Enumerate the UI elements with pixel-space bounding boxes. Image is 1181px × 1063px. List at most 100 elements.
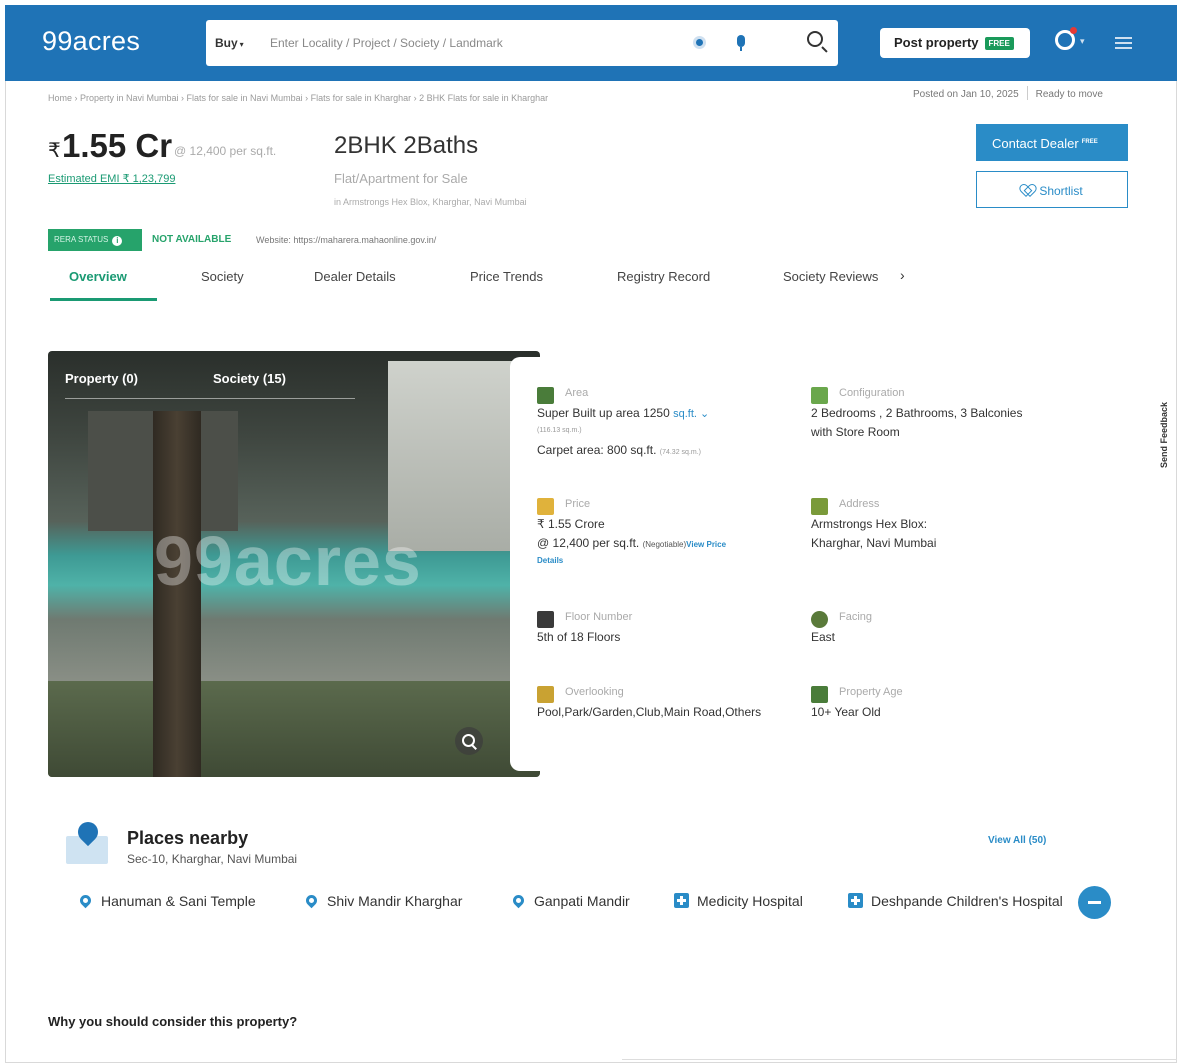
tab-overview[interactable]: Overview <box>69 269 127 284</box>
search-type-dropdown[interactable]: Buy ▾ <box>215 36 244 50</box>
chevron-right-icon[interactable]: › <box>900 267 905 283</box>
configuration-line: with Store Room <box>811 425 900 439</box>
detail-label: Facing <box>839 611 873 623</box>
hamburger-menu-icon[interactable] <box>1115 37 1132 49</box>
chevron-down-icon: ▾ <box>239 40 244 49</box>
detail-floor: Floor Number 5th of 18 Floors <box>537 609 797 649</box>
detail-configuration: Configuration 2 Bedrooms , 2 Bathrooms, … <box>811 385 1022 445</box>
breadcrumb[interactable]: Home › Property in Navi Mumbai › Flats f… <box>48 93 708 103</box>
shortlist-label: Shortlist <box>1039 184 1083 198</box>
chevron-down-icon[interactable]: ⌄ <box>697 408 709 420</box>
detail-label: Overlooking <box>565 686 624 698</box>
place-label: Hanuman & Sani Temple <box>101 893 256 909</box>
search-icon[interactable] <box>807 31 823 47</box>
contact-dealer-button[interactable]: Contact Dealer FREE <box>976 124 1128 161</box>
gallery-tab-property[interactable]: Property (0) <box>65 371 138 386</box>
free-badge: FREE <box>1081 138 1098 145</box>
tab-dealer-details[interactable]: Dealer Details <box>314 269 396 284</box>
price-per-sqft: @ 12,400 per sq.ft. <box>174 144 277 158</box>
search-input[interactable]: Enter Locality / Project / Society / Lan… <box>270 36 503 50</box>
zoom-icon[interactable] <box>455 727 483 755</box>
places-nearby-subtitle: Sec-10, Kharghar, Navi Mumbai <box>127 852 298 866</box>
carpet-area-sqm: (74.32 sq.m.) <box>659 449 701 456</box>
listing-location[interactable]: in Armstrongs Hex Blox, Kharghar, Navi M… <box>334 197 527 207</box>
building-age-icon <box>811 686 828 703</box>
view-price-details-link[interactable]: View Price <box>686 540 726 549</box>
view-all-places-link[interactable]: View All (50) <box>988 835 1046 846</box>
photo-gallery[interactable]: 99acres Property (0) Society (15) <box>48 351 540 777</box>
bed-icon <box>811 387 828 404</box>
why-consider-heading: Why you should consider this property? <box>48 1014 298 1029</box>
tab-society[interactable]: Society <box>201 269 244 284</box>
super-built-up-area: Super Built up area 1250 sq.ft. ⌄ <box>537 406 709 420</box>
detail-property-age: Property Age 10+ Year Old <box>811 684 961 724</box>
configuration-line: 2 Bedrooms , 2 Bathrooms, 3 Balconies <box>811 406 1023 420</box>
area-unit-dropdown[interactable]: sq.ft. <box>673 408 697 420</box>
gallery-tab-society[interactable]: Society (15) <box>213 371 286 386</box>
place-chip[interactable]: Medicity Hospital <box>674 893 803 909</box>
property-age-value: 10+ Year Old <box>811 705 881 719</box>
location-pin-icon <box>303 892 320 909</box>
place-label: Deshpande Children's Hospital <box>871 893 1063 909</box>
rera-website[interactable]: Website: https://maharera.mahaonline.gov… <box>256 235 436 245</box>
detail-address: Address Armstrongs Hex Blox: Kharghar, N… <box>811 496 961 556</box>
place-chip[interactable]: Shiv Mandir Kharghar <box>303 892 462 909</box>
facing-value: East <box>811 630 836 644</box>
super-area-value: Super Built up area 1250 <box>537 406 670 420</box>
detail-price: Price ₹ 1.55 Crore @ 12,400 per sq.ft. (… <box>537 496 797 566</box>
floor-value: 5th of 18 Floors <box>537 630 621 644</box>
chevron-down-icon[interactable]: ▾ <box>1080 36 1085 47</box>
location-pin-icon <box>78 892 94 909</box>
estimated-emi-link[interactable]: Estimated EMI ₹ 1,23,799 <box>48 172 175 185</box>
listing-subtitle: Flat/Apartment for Sale <box>334 171 468 186</box>
super-area-sqm: (116.13 sq.m.) <box>537 427 582 434</box>
info-icon[interactable]: i <box>112 236 123 246</box>
location-pin-icon <box>510 892 527 909</box>
contact-dealer-label: Contact Dealer <box>992 136 1079 151</box>
send-feedback-tab[interactable]: Send Feedback <box>1157 400 1175 478</box>
price-tag-icon <box>537 498 554 515</box>
notification-dot <box>1070 27 1077 34</box>
tab-society-reviews[interactable]: Society Reviews <box>783 269 878 284</box>
price-per-sqft-detail: @ 12,400 per sq.ft. (Negotiable)View Pri… <box>537 536 726 550</box>
negotiable-label: (Negotiable) <box>642 540 687 549</box>
address-line: Armstrongs Hex Blox: <box>811 517 928 531</box>
hospital-icon <box>674 893 689 908</box>
rera-status-value: NOT AVAILABLE <box>152 234 232 245</box>
tab-price-trends[interactable]: Price Trends <box>470 269 543 284</box>
send-feedback-label: Send Feedback <box>1159 401 1170 469</box>
overlooking-value: Pool,Park/Garden,Club,Main Road,Others <box>537 705 762 719</box>
search-bar: Buy ▾ Enter Locality / Project / Society … <box>206 20 838 66</box>
place-chip[interactable]: Hanuman & Sani Temple <box>78 892 256 909</box>
location-icon[interactable] <box>693 36 706 49</box>
place-label: Medicity Hospital <box>697 893 803 909</box>
post-property-label: Post property <box>894 35 979 50</box>
detail-label: Floor Number <box>565 611 633 623</box>
detail-label: Price <box>565 498 591 510</box>
price-crore: ₹ 1.55 Crore <box>537 517 605 531</box>
place-chip[interactable]: Deshpande Children's Hospital <box>848 893 1063 909</box>
detail-label: Area <box>565 387 589 399</box>
carousel-next-button[interactable] <box>1078 886 1111 919</box>
posted-info: Posted on Jan 10, 2025 Ready to move <box>913 86 1103 100</box>
place-chip[interactable]: Ganpati Mandir <box>510 892 630 909</box>
detail-area: Area Super Built up area 1250 sq.ft. ⌄ (… <box>537 385 797 465</box>
area-icon <box>537 387 554 404</box>
free-badge: FREE <box>984 37 1014 50</box>
property-details-card: Area Super Built up area 1250 sq.ft. ⌄ (… <box>510 357 1022 771</box>
address-line: Kharghar, Navi Mumbai <box>811 536 937 550</box>
tab-registry-record[interactable]: Registry Record <box>617 269 710 284</box>
possession-status: Ready to move <box>1035 89 1103 100</box>
posted-date: Posted on Jan 10, 2025 <box>913 89 1019 100</box>
view-price-details-link[interactable]: Details <box>537 556 563 565</box>
carpet-area-value: Carpet area: 800 sq.ft. <box>537 443 657 457</box>
shortlist-button[interactable]: Shortlist <box>976 171 1128 208</box>
detail-label: Property Age <box>839 686 903 698</box>
listing-title: 2BHK 2Baths <box>334 132 479 159</box>
detail-overlooking: Overlooking Pool,Park/Garden,Club,Main R… <box>537 684 807 724</box>
price-value: 1.55 Cr <box>62 127 173 164</box>
microphone-icon[interactable] <box>737 35 745 51</box>
site-logo[interactable]: 99acres <box>42 26 140 57</box>
post-property-button[interactable]: Post property FREE <box>880 28 1030 58</box>
detail-label: Address <box>839 498 880 510</box>
